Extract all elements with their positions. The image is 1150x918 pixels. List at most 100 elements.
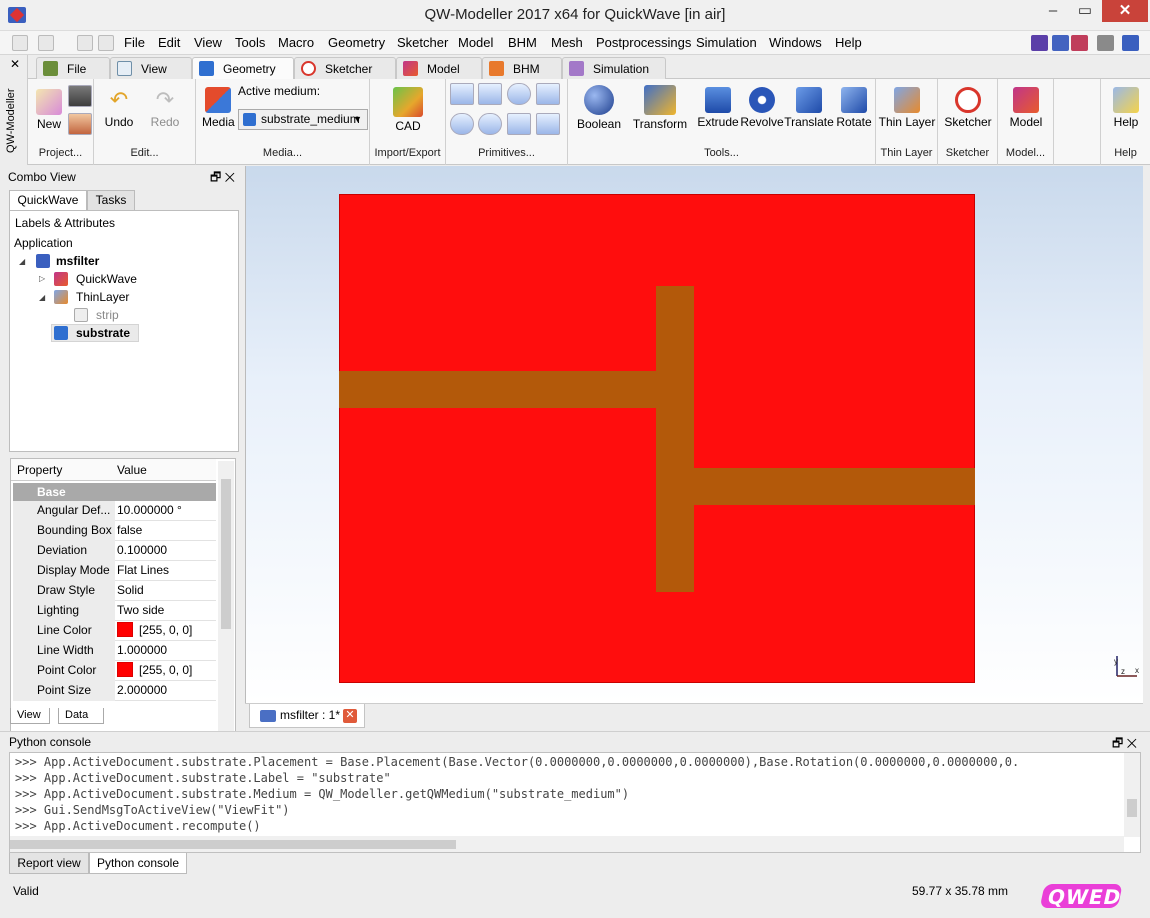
tab-view[interactable]: View: [110, 57, 192, 79]
property-row[interactable]: Bounding Box false: [13, 521, 216, 541]
box-icon[interactable]: [450, 83, 474, 105]
menu-macro[interactable]: Macro: [276, 34, 316, 51]
redo-button[interactable]: ↷ Redo: [148, 87, 182, 129]
new-button[interactable]: New: [34, 89, 64, 131]
sphere-icon[interactable]: [507, 83, 531, 105]
qw-about-icon[interactable]: [1122, 35, 1139, 51]
scroll-thumb[interactable]: [221, 479, 231, 629]
qw-editor-icon[interactable]: [1031, 35, 1048, 51]
ellipsoid-icon[interactable]: [478, 113, 502, 135]
python-console[interactable]: >>> App.ActiveDocument.substrate.Placeme…: [9, 752, 1141, 853]
scroll-thumb[interactable]: [1127, 799, 1137, 817]
edit-group-title[interactable]: Edit...: [94, 147, 195, 159]
save-icon[interactable]: [77, 35, 93, 51]
menu-mesh[interactable]: Mesh: [549, 34, 585, 51]
document-tab[interactable]: msfilter : 1* ✕: [249, 704, 365, 728]
tree-strip[interactable]: strip: [96, 308, 119, 322]
sketcher-button[interactable]: Sketcher: [942, 87, 994, 129]
tab-tasks[interactable]: Tasks: [87, 190, 135, 210]
menu-sketcher[interactable]: Sketcher: [395, 34, 450, 51]
tree-thinlayer[interactable]: ThinLayer: [76, 290, 129, 304]
cad-button[interactable]: CAD: [390, 87, 426, 133]
rotate-button[interactable]: Rotate: [832, 87, 876, 129]
extrude-button[interactable]: Extrude: [696, 87, 740, 129]
workbench-icon[interactable]: [38, 35, 54, 51]
console-horizontal-scrollbar[interactable]: [10, 836, 1124, 852]
help-button[interactable]: Help: [1107, 87, 1145, 129]
save-as-icon[interactable]: [98, 35, 114, 51]
model-button[interactable]: Model: [1004, 87, 1048, 129]
menu-postprocessings[interactable]: Postprocessings: [594, 34, 693, 51]
property-row[interactable]: Point Color [255, 0, 0]: [13, 661, 216, 681]
expand-icon[interactable]: ◢: [39, 293, 45, 302]
menu-edit[interactable]: Edit: [156, 34, 182, 51]
strip-right-arm[interactable]: [686, 468, 975, 505]
torus-icon[interactable]: [450, 113, 474, 135]
menu-geometry[interactable]: Geometry: [326, 34, 387, 51]
transform-button[interactable]: Transform: [630, 85, 690, 131]
tree-quickwave[interactable]: QuickWave: [76, 272, 137, 286]
minimize-button[interactable]: –: [1038, 0, 1068, 22]
menu-windows[interactable]: Windows: [767, 34, 824, 51]
model-group-title[interactable]: Model...: [998, 147, 1053, 159]
tree-msfilter[interactable]: msfilter: [56, 254, 99, 268]
qw-simulator-icon[interactable]: [1052, 35, 1069, 51]
menu-bhm[interactable]: BHM: [506, 34, 539, 51]
settings-icon[interactable]: [1097, 35, 1114, 51]
tools-group-title[interactable]: Tools...: [568, 147, 875, 159]
tube-icon[interactable]: [507, 113, 531, 135]
tab-data-props[interactable]: Data: [58, 708, 104, 724]
boolean-button[interactable]: Boolean: [574, 85, 624, 131]
close-strip-icon[interactable]: ✕: [10, 57, 20, 71]
console-vertical-scrollbar[interactable]: [1124, 753, 1140, 837]
cone-icon[interactable]: [536, 83, 560, 105]
menu-file[interactable]: File: [122, 34, 147, 51]
translate-button[interactable]: Translate: [784, 87, 834, 129]
property-row[interactable]: Display Mode Flat Lines: [13, 561, 216, 581]
tab-file[interactable]: File: [36, 57, 110, 79]
cylinder-icon[interactable]: [478, 83, 502, 105]
media-button[interactable]: Media: [202, 87, 235, 129]
tab-bhm[interactable]: BHM: [482, 57, 562, 79]
tab-quickwave[interactable]: QuickWave: [9, 190, 87, 210]
collapsed-icon[interactable]: ▷: [39, 274, 45, 283]
save-icon[interactable]: [68, 85, 92, 107]
wedge-icon[interactable]: [536, 113, 560, 135]
open-icon[interactable]: [68, 113, 92, 135]
property-row[interactable]: Line Width 1.000000: [13, 641, 216, 661]
3d-viewport[interactable]: [245, 166, 1143, 703]
tab-simulation[interactable]: Simulation: [562, 57, 666, 79]
property-row[interactable]: Point Size 2.000000: [13, 681, 216, 701]
revolve-button[interactable]: Revolve: [740, 87, 784, 129]
menu-simulation[interactable]: Simulation: [694, 34, 759, 51]
media-group-title[interactable]: Media...: [196, 147, 369, 159]
close-tab-icon[interactable]: ✕: [343, 709, 357, 723]
active-medium-select[interactable]: substrate_medium ▼: [238, 109, 368, 130]
tab-report-view[interactable]: Report view: [9, 853, 89, 874]
menu-help[interactable]: Help: [833, 34, 864, 51]
menu-view[interactable]: View: [192, 34, 224, 51]
tab-sketcher[interactable]: Sketcher: [294, 57, 396, 79]
property-row[interactable]: Deviation 0.100000: [13, 541, 216, 561]
property-row[interactable]: Lighting Two side: [13, 601, 216, 621]
combo-view-float-close[interactable]: 🗗 ✕: [210, 168, 235, 189]
strip-left-arm[interactable]: [339, 371, 685, 408]
close-button[interactable]: ✕: [1102, 0, 1148, 22]
tab-geometry[interactable]: Geometry: [192, 57, 294, 80]
maximize-button[interactable]: ▭: [1070, 0, 1100, 22]
scroll-thumb[interactable]: [10, 840, 456, 849]
strip-vertical-arm[interactable]: [656, 286, 694, 592]
property-group-base[interactable]: Base: [13, 483, 216, 501]
qw-view-icon[interactable]: [1071, 35, 1088, 51]
project-group-title[interactable]: Project...: [28, 147, 93, 159]
property-row[interactable]: Angular Def... 10.000000 °: [13, 501, 216, 521]
property-row[interactable]: Line Color [255, 0, 0]: [13, 621, 216, 641]
primitives-group-title[interactable]: Primitives...: [446, 147, 567, 159]
menu-model[interactable]: Model: [456, 34, 495, 51]
property-row[interactable]: Draw Style Solid: [13, 581, 216, 601]
tab-model[interactable]: Model: [396, 57, 482, 79]
tab-view-props[interactable]: View: [10, 708, 50, 724]
menu-tools[interactable]: Tools: [233, 34, 267, 51]
tab-python-console[interactable]: Python console: [89, 853, 187, 874]
thin-layer-button[interactable]: Thin Layer: [878, 87, 936, 129]
